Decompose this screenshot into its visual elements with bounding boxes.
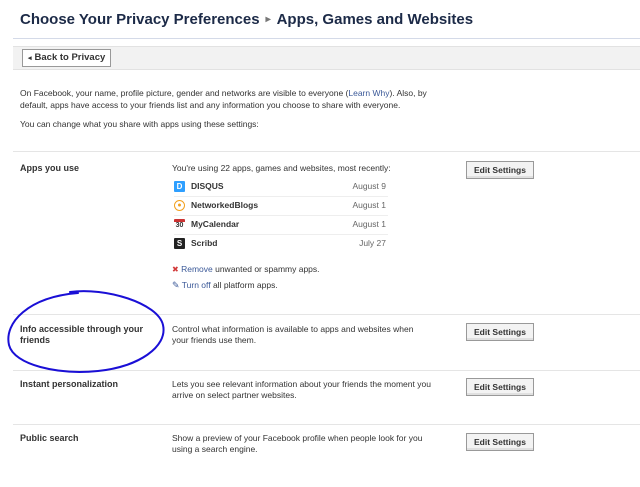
back-to-privacy-button[interactable]: ◂ Back to Privacy [22,49,112,67]
instant-personalization-description: Lets you see relevant information about … [172,379,431,400]
info-accessible-edit-settings-button[interactable]: Edit Settings [466,323,534,341]
section-divider [13,424,640,425]
app-date: July 27 [359,238,386,248]
app-name: Scribd [191,238,218,248]
disqus-icon: D [174,181,185,192]
turn-off-link-rest: all platform apps. [210,280,278,290]
app-date: August 9 [352,181,386,191]
app-name: MyCalendar [191,219,240,229]
section-divider [13,151,640,152]
public-search-edit-settings-button[interactable]: Edit Settings [466,433,534,451]
info-accessible-description: Control what information is available to… [172,324,414,345]
breadcrumb-privacy[interactable]: Choose Your Privacy Preferences [20,11,260,28]
section-divider [13,314,640,315]
apps-you-use-label: Apps you use [20,163,80,173]
mycalendar-icon: 30 [174,219,185,230]
app-divider [174,234,388,235]
scribd-icon: S [174,238,185,249]
app-date: August 1 [352,200,386,210]
instant-personalization-label: Instant personalization [20,379,119,389]
apps-you-use-description: You're using 22 apps, games and websites… [172,163,391,173]
back-arrow-icon: ◂ [28,55,32,62]
app-row-disqus[interactable]: D DISQUS August 9 [174,180,388,194]
breadcrumb-separator-icon: ▸ [265,14,271,25]
public-search-description: Show a preview of your Facebook profile … [172,433,423,454]
intro-text: On Facebook, your name, profile picture,… [20,87,450,111]
remove-apps-line: ✖ Remove unwanted or spammy apps. [172,264,320,274]
app-name: DISQUS [191,181,224,191]
apps-you-use-edit-settings-button[interactable]: Edit Settings [466,161,534,179]
turn-off-link[interactable]: Turn off [182,280,211,290]
page-title: Choose Your Privacy Preferences ▸ Apps, Ga… [20,11,473,28]
remove-icon: ✖ [172,265,179,274]
section-divider [13,370,640,371]
public-search-label: Public search [20,433,79,443]
back-button-label: Back to Privacy [34,52,106,63]
learn-why-link[interactable]: Learn Why [348,88,389,98]
breadcrumb-current: Apps, Games and Websites [276,11,474,28]
instant-personalization-edit-settings-button[interactable]: Edit Settings [466,378,534,396]
networkedblogs-icon: ● [174,200,185,211]
app-row-scribd[interactable]: S Scribd July 27 [174,237,388,251]
app-name: NetworkedBlogs [191,200,259,210]
pencil-icon: ✎ [172,280,180,290]
app-row-mycalendar[interactable]: 30 MyCalendar August 1 [174,218,388,232]
intro-instructions: You can change what you share with apps … [20,119,259,129]
app-divider [174,215,388,216]
remove-link[interactable]: Remove [181,264,213,274]
remove-link-rest: unwanted or spammy apps. [212,264,320,274]
info-accessible-label: Info accessible through your friends [20,324,144,345]
turn-off-platform-line: ✎ Turn off all platform apps. [172,280,278,291]
title-divider [13,38,640,39]
intro-text-part-1: On Facebook, your name, profile picture,… [20,88,349,98]
app-date: August 1 [352,219,386,229]
app-row-networkedblogs[interactable]: ● NetworkedBlogs August 1 [174,199,388,213]
app-divider [174,196,388,197]
